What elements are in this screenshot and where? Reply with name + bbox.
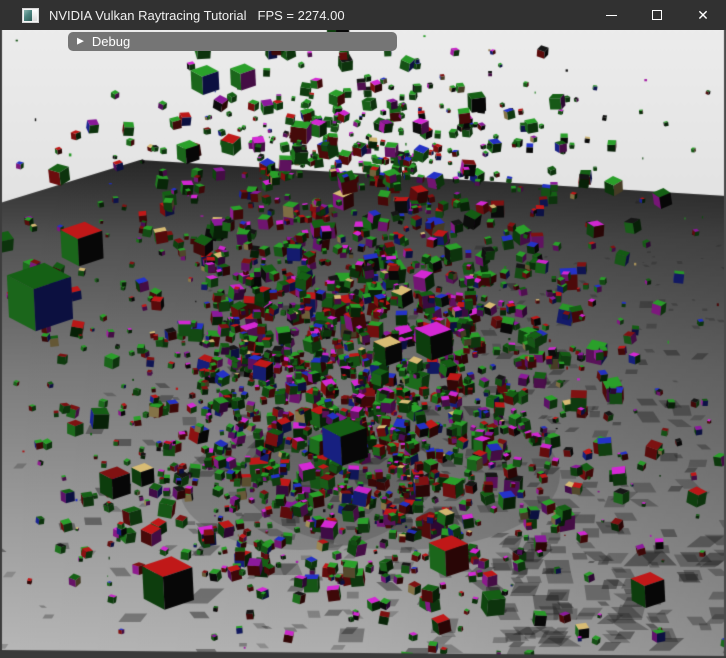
app-icon [22,8,39,23]
collapse-arrow-icon: ▶ [77,37,84,46]
window-controls: ✕ [588,0,726,30]
app-icon-right [32,10,37,21]
raytraced-scene-canvas[interactable] [0,30,726,658]
fps-counter: FPS = 2274.00 [258,8,345,23]
titlebar: NVIDIA Vulkan Raytracing Tutorial FPS = … [0,0,726,30]
close-icon: ✕ [697,8,709,22]
debug-collapsing-header[interactable]: ▶ Debug [68,32,397,51]
render-viewport: ▶ Debug [0,30,726,658]
app-icon-left [24,10,32,21]
debug-header-label: Debug [92,34,130,49]
window-title: NVIDIA Vulkan Raytracing Tutorial [49,8,247,23]
close-button[interactable]: ✕ [680,0,726,30]
maximize-icon [652,10,662,20]
minimize-icon [606,15,617,16]
minimize-button[interactable] [588,0,634,30]
maximize-button[interactable] [634,0,680,30]
app-window: NVIDIA Vulkan Raytracing Tutorial FPS = … [0,0,726,658]
